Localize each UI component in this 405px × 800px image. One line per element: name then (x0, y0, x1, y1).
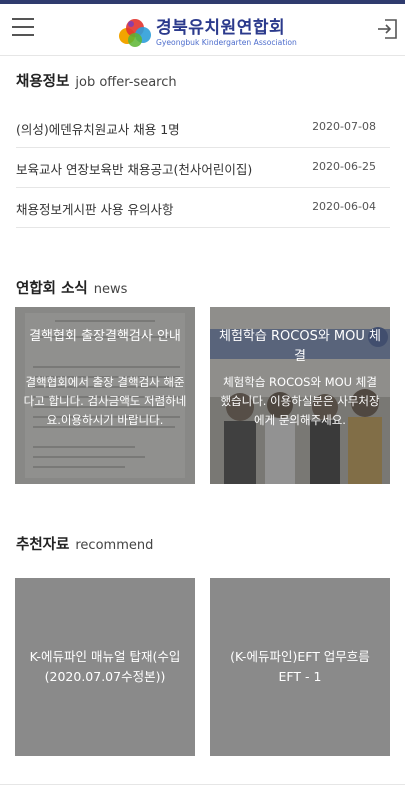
news-title: 연합회 소식 (16, 281, 88, 297)
news-card-2[interactable]: 체험학습 ROCOS와 MOU 체결 체험학습 ROCOS와 MOU 체결했습니… (210, 307, 390, 484)
news-subtitle: news (93, 282, 128, 297)
recommend-title: K-에듀파인 매뉴얼 탑재(수입(2020.07.07수정본)) (29, 649, 181, 684)
jobs-section-title: 채용정보 job offer-search (16, 70, 177, 91)
job-row-2[interactable]: 보육교사 연장보육반 채용공고(천사어린이집) 2020-06-25 (16, 148, 390, 188)
job-title: 보육교사 연장보육반 채용공고(천사어린이집) (16, 162, 253, 177)
jobs-title: 채용정보 (16, 74, 70, 90)
login-icon[interactable] (376, 18, 398, 40)
recommend-subtitle: recommend (75, 538, 154, 553)
logo-subtitle: Gyeongbuk Kindergarten Association (156, 38, 297, 47)
job-date: 2020-07-08 (312, 120, 376, 133)
news-title: 결핵협회 출장결핵검사 안내 (29, 329, 181, 344)
logo[interactable]: 경북유치원연합회 Gyeongbuk Kindergarten Associat… (118, 12, 297, 52)
job-row-1[interactable]: (의성)에덴유치원교사 채용 1명 2020-07-08 (16, 108, 390, 148)
recommend-title: 추천자료 (16, 537, 70, 553)
news-title: 체험학습 ROCOS와 MOU 체결 (219, 329, 381, 364)
recommend-title: (K-에듀파인)EFT 업무흐름 EFT - 1 (230, 649, 370, 684)
job-list: (의성)에덴유치원교사 채용 1명 2020-07-08 보육교사 연장보육반 … (16, 108, 390, 228)
logo-mark-icon (119, 19, 151, 47)
app-header: 경북유치원연합회 Gyeongbuk Kindergarten Associat… (0, 4, 405, 56)
logo-title: 경북유치원연합회 (156, 18, 286, 38)
recommend-card-2[interactable]: (K-에듀파인)EFT 업무흐름 EFT - 1 (210, 578, 390, 756)
recommend-section-title: 추천자료 recommend (16, 533, 153, 554)
recommend-card-1[interactable]: K-에듀파인 매뉴얼 탑재(수입(2020.07.07수정본)) (15, 578, 195, 756)
news-description: 결핵협회에서 출장 결핵검사 해준다고 합니다. 검사금액도 저렴하네요.이용하… (23, 375, 187, 427)
job-row-3[interactable]: 채용정보게시판 사용 유의사항 2020-06-04 (16, 188, 390, 228)
news-card-1[interactable]: 결핵협회 출장결핵검사 안내 결핵협회에서 출장 결핵검사 해준다고 합니다. … (15, 307, 195, 484)
job-date: 2020-06-04 (312, 200, 376, 213)
divider (0, 784, 405, 785)
news-description: 체험학습 ROCOS와 MOU 체결했습니다. 이용하실분은 사무처장에게 문의… (220, 375, 380, 427)
job-title: 채용정보게시판 사용 유의사항 (16, 202, 174, 217)
job-title: (의성)에덴유치원교사 채용 1명 (16, 122, 180, 137)
news-section-title: 연합회 소식 news (16, 277, 127, 298)
job-date: 2020-06-25 (312, 160, 376, 173)
hamburger-menu-icon[interactable] (12, 18, 34, 38)
jobs-subtitle: job offer-search (75, 75, 177, 90)
